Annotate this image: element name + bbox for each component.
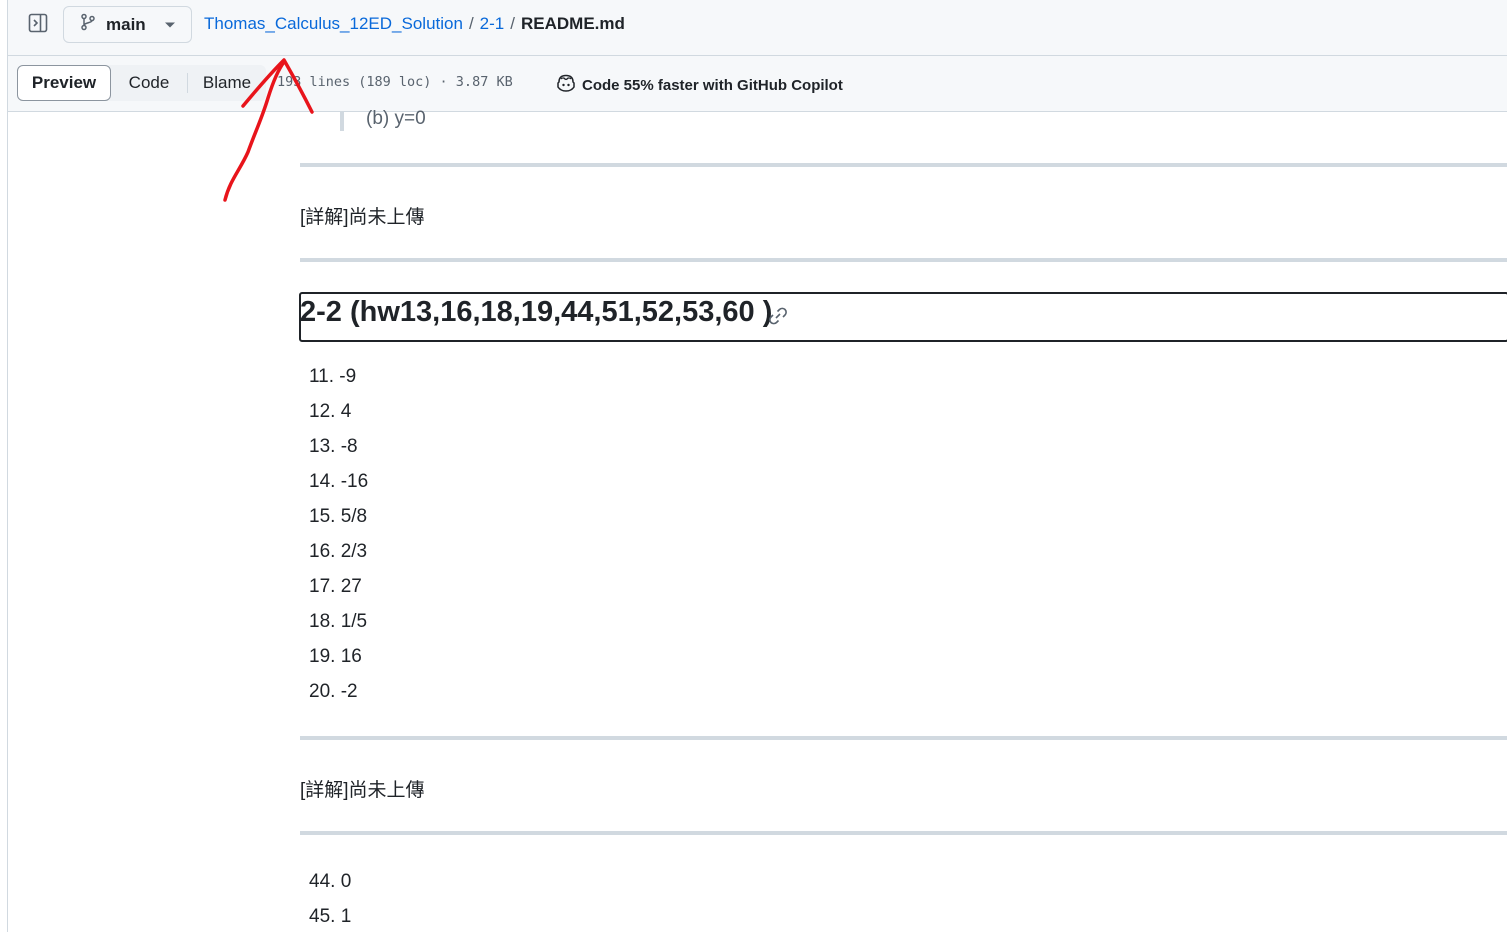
chevron-down-icon — [164, 16, 176, 34]
list-item: 12. 4 — [309, 401, 352, 422]
list-item: 15. 5/8 — [309, 506, 368, 527]
git-branch-icon — [80, 13, 96, 36]
list-item: 44. 0 — [309, 871, 352, 892]
list-item: 18. 1/5 — [309, 611, 368, 632]
list-item: 13. -8 — [309, 436, 358, 457]
list-item: 45. 1 — [309, 906, 352, 927]
tab-preview[interactable]: Preview — [17, 65, 111, 101]
link-anchor-icon[interactable] — [767, 305, 789, 332]
horizontal-rule — [300, 258, 1507, 262]
detail-note: [詳解]尚未上傳 — [300, 780, 425, 801]
blockquote-bar — [340, 111, 344, 131]
sidebar-toggle-button[interactable] — [20, 9, 56, 41]
horizontal-rule — [300, 736, 1507, 740]
file-meta: 193 lines (189 loc) · 3.87 KB — [277, 74, 513, 90]
list-item: 19. 16 — [309, 646, 362, 667]
answer-list: 44. 0 45. 1 — [309, 864, 351, 934]
section-heading: 2-2 (hw13,16,18,19,44,51,52,53,60 ) — [300, 296, 773, 328]
list-item: 20. -2 — [309, 681, 358, 702]
horizontal-rule — [300, 831, 1507, 835]
tab-blame[interactable]: Blame — [188, 65, 266, 101]
branch-name: main — [106, 14, 146, 34]
list-item: 14. -16 — [309, 471, 369, 492]
answer-list: 11. -9 12. 4 13. -8 14. -16 15. 5/8 16. … — [309, 359, 368, 709]
left-border — [7, 0, 8, 932]
branch-selector-button[interactable]: main — [63, 6, 192, 43]
breadcrumb-folder-link[interactable]: 2-1 — [480, 14, 505, 34]
copilot-icon — [556, 74, 576, 96]
list-item: 17. 27 — [309, 576, 362, 597]
breadcrumb-separator: / — [510, 14, 515, 33]
sidebar-expand-icon — [28, 13, 48, 38]
breadcrumb-current-file: README.md — [520, 14, 625, 33]
detail-note: [詳解]尚未上傳 — [300, 207, 425, 228]
breadcrumb: Thomas_Calculus_12ED_Solution / 2-1 / RE… — [204, 14, 625, 34]
list-item: 11. -9 — [309, 366, 357, 387]
copilot-promo-text: Code 55% faster with GitHub Copilot — [582, 76, 843, 94]
breadcrumb-repo-link[interactable]: Thomas_Calculus_12ED_Solution — [204, 14, 463, 34]
blockquote-text: (b) y=0 — [366, 108, 426, 129]
tab-code[interactable]: Code — [111, 65, 187, 101]
view-mode-tabs: Preview Code Blame — [17, 65, 266, 101]
copilot-promo-link[interactable]: Code 55% faster with GitHub Copilot — [556, 74, 843, 96]
list-item: 16. 2/3 — [309, 541, 368, 562]
horizontal-rule — [300, 163, 1507, 167]
breadcrumb-separator: / — [468, 14, 474, 33]
red-arrow-annotation — [223, 58, 314, 202]
